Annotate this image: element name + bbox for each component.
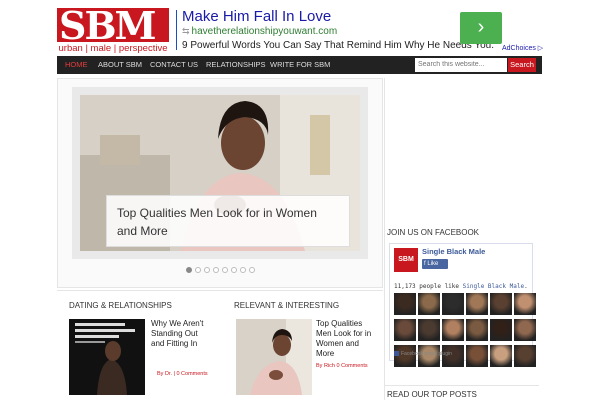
post-meta: By Dr. | 0 Comments bbox=[157, 371, 208, 377]
fb-fan-avatar[interactable] bbox=[466, 293, 488, 315]
post-thumbnail[interactable] bbox=[236, 319, 312, 395]
column-relevant: RELEVANT & INTERESTING Top Qualities Men… bbox=[222, 290, 383, 400]
logo-tagline: urban | male | perspective bbox=[58, 43, 168, 54]
logo-mark: SBM bbox=[57, 8, 169, 42]
slider-dot[interactable] bbox=[195, 267, 201, 273]
fb-plugin-label: Facebook social plugin bbox=[394, 351, 452, 357]
site-header: SBM urban | male | perspective Make Him … bbox=[57, 8, 543, 54]
fb-page-name[interactable]: Single Black Male bbox=[422, 247, 485, 256]
post-thumbnail[interactable] bbox=[69, 319, 145, 395]
fb-fan-avatar[interactable] bbox=[442, 293, 464, 315]
nav-item-about[interactable]: ABOUT SBM bbox=[98, 56, 142, 74]
fb-like-count: 11,173 people like Single Black Male. bbox=[394, 283, 528, 290]
search-button[interactable]: Search bbox=[508, 58, 536, 72]
ad-arrow-button[interactable]: › bbox=[460, 12, 502, 44]
nav-item-relationships[interactable]: RELATIONSHIPS bbox=[206, 56, 265, 74]
column-heading: DATING & RELATIONSHIPS bbox=[69, 301, 172, 310]
slider-dot[interactable] bbox=[222, 267, 228, 273]
right-sidebar: JOIN US ON FACEBOOK SBM Single Black Mal… bbox=[384, 78, 542, 400]
adchoices-icon[interactable]: AdChoices ▷ bbox=[502, 44, 543, 52]
facebook-heading: JOIN US ON FACEBOOK bbox=[387, 228, 480, 237]
ad-description: 9 Powerful Words You Can Say That Remind… bbox=[182, 40, 495, 51]
fb-fan-avatar[interactable] bbox=[394, 319, 416, 341]
fb-fan-avatar[interactable] bbox=[514, 345, 536, 367]
slider-dot[interactable] bbox=[249, 267, 255, 273]
top-posts-heading: READ OUR TOP POSTS bbox=[385, 385, 539, 399]
main-nav: HOME ABOUT SBM CONTACT US RELATIONSHIPS … bbox=[57, 56, 542, 74]
fb-fan-avatar[interactable] bbox=[490, 293, 512, 315]
slider-dot[interactable] bbox=[231, 267, 237, 273]
slider-dot[interactable] bbox=[240, 267, 246, 273]
slide-caption[interactable]: Top Qualities Men Look for in Women and … bbox=[106, 195, 350, 247]
link-icon: ⇆ bbox=[182, 26, 190, 36]
fb-page-logo[interactable]: SBM bbox=[394, 248, 418, 272]
slider-dot[interactable] bbox=[204, 267, 210, 273]
fb-fan-avatar[interactable] bbox=[490, 345, 512, 367]
fb-fan-avatar[interactable] bbox=[418, 319, 440, 341]
post-title[interactable]: Why We Aren't Standing Out and Fitting I… bbox=[151, 319, 213, 349]
ad-title[interactable]: Make Him Fall In Love bbox=[182, 8, 331, 25]
fb-like-button[interactable]: f Like bbox=[422, 259, 448, 269]
post-title[interactable]: Top Qualities Men Look for in Women and … bbox=[316, 319, 378, 359]
slider-dot[interactable] bbox=[186, 267, 192, 273]
slider-dot[interactable] bbox=[213, 267, 219, 273]
fb-fan-avatar[interactable] bbox=[514, 293, 536, 315]
fb-fan-avatar[interactable] bbox=[466, 319, 488, 341]
facebook-icon bbox=[394, 351, 399, 357]
fb-fan-avatar[interactable] bbox=[394, 293, 416, 315]
facebook-widget: SBM Single Black Male f Like 11,173 peop… bbox=[389, 243, 536, 367]
banner-ad[interactable]: Make Him Fall In Love ⇆ havetherelationsh… bbox=[176, 8, 543, 54]
post-meta: By Rich 0 Comments bbox=[316, 363, 368, 369]
fb-fan-avatar[interactable] bbox=[442, 319, 464, 341]
slide-frame: Top Qualities Men Look for in Women and … bbox=[72, 87, 368, 259]
fb-fan-avatar[interactable] bbox=[466, 345, 488, 367]
ad-url[interactable]: ⇆ havetherelationshipyouwant.com bbox=[182, 26, 337, 37]
fb-fan-avatar[interactable] bbox=[490, 319, 512, 341]
fb-fan-avatar[interactable] bbox=[514, 319, 536, 341]
nav-item-contact[interactable]: CONTACT US bbox=[150, 56, 198, 74]
column-dating: DATING & RELATIONSHIPS Why We Aren't Sta… bbox=[57, 290, 222, 400]
search-input[interactable] bbox=[415, 58, 507, 72]
fb-fan-avatar[interactable] bbox=[418, 293, 440, 315]
column-heading: RELEVANT & INTERESTING bbox=[234, 301, 340, 310]
fb-page-link[interactable]: Single Black Male bbox=[463, 283, 524, 290]
featured-slider: Top Qualities Men Look for in Women and … bbox=[57, 78, 383, 288]
nav-item-home[interactable]: HOME bbox=[65, 56, 88, 74]
slider-pagination bbox=[186, 267, 255, 273]
nav-item-write[interactable]: WRITE FOR SBM bbox=[270, 56, 330, 74]
slide-image[interactable]: Top Qualities Men Look for in Women and … bbox=[80, 95, 360, 251]
site-logo[interactable]: SBM urban | male | perspective bbox=[57, 8, 169, 54]
